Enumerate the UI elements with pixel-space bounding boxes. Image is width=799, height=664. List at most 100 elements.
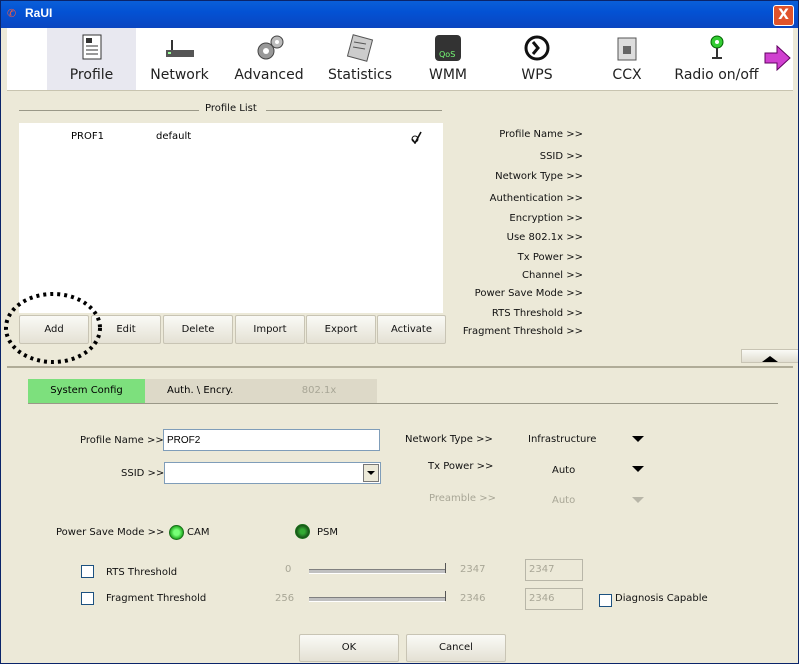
- network-type-value[interactable]: Infrastructure: [528, 434, 596, 445]
- diagnosis-label: Diagnosis Capable: [615, 593, 708, 604]
- active-profile-icon: [411, 131, 422, 144]
- profile-name-label: Profile Name >>: [80, 435, 164, 446]
- ssid-dropdown-button[interactable]: [363, 464, 379, 482]
- router-icon: [165, 40, 194, 57]
- statistics-icon: [346, 34, 374, 62]
- ccx-icon: [617, 37, 637, 61]
- rts-min: 0: [285, 564, 292, 575]
- export-button[interactable]: Export: [306, 315, 376, 344]
- toolbar-ccx[interactable]: CCX: [597, 28, 657, 90]
- ok-button[interactable]: OK: [299, 634, 399, 662]
- radio-antenna-icon: [710, 35, 723, 59]
- network-type-label: Network Type >>: [405, 434, 493, 445]
- info-rts-threshold: RTS Threshold >>: [491, 308, 583, 319]
- profile-icon: [82, 34, 101, 60]
- power-save-label: Power Save Mode >>: [56, 527, 165, 538]
- toolbar-network[interactable]: Network: [142, 28, 217, 90]
- qos-icon: QoS: [435, 35, 461, 61]
- psm-label: PSM: [317, 527, 339, 538]
- rts-slider: [309, 569, 445, 574]
- title-bar[interactable]: ✆ RaUI X: [1, 1, 798, 28]
- ssid-combobox[interactable]: [164, 462, 381, 484]
- toolbar-statistics-label: Statistics: [328, 67, 392, 83]
- toolbar-advanced-label: Advanced: [234, 67, 304, 83]
- info-profile-name: Profile Name >>: [499, 129, 583, 140]
- network-type-dropdown-icon[interactable]: [632, 436, 644, 442]
- divider: [19, 110, 199, 111]
- chevron-down-icon: [367, 471, 375, 475]
- info-fragment-threshold: Fragment Threshold >>: [462, 326, 583, 337]
- fragment-max: 2346: [460, 593, 486, 604]
- preamble-dropdown-icon: [632, 497, 644, 503]
- toolbar-wps[interactable]: WPS: [502, 28, 572, 90]
- preamble-value: Auto: [552, 495, 576, 506]
- toolbar: Profile Network Advanced Statistics QoS …: [7, 28, 793, 91]
- toolbar-ccx-label: CCX: [612, 67, 642, 83]
- rts-slider-thumb: [441, 563, 446, 573]
- divider: [266, 110, 442, 111]
- toolbar-profile-label: Profile: [69, 67, 114, 83]
- app-icon: ✆: [7, 7, 17, 20]
- tx-power-label: Tx Power >>: [428, 461, 494, 472]
- info-tx-power: Tx Power >>: [517, 252, 583, 263]
- info-encryption: Encryption >>: [509, 213, 583, 224]
- info-authentication: Authentication >>: [489, 193, 583, 204]
- import-button[interactable]: Import: [235, 315, 305, 344]
- tx-power-value[interactable]: Auto: [552, 465, 575, 476]
- gears-icon: [257, 35, 284, 60]
- profile-list-legend: Profile List: [205, 103, 257, 114]
- cam-label: CAM: [187, 527, 210, 538]
- cancel-button[interactable]: Cancel: [406, 634, 506, 662]
- close-button[interactable]: X: [773, 5, 794, 26]
- tx-power-dropdown-icon[interactable]: [632, 466, 644, 472]
- profile-name: PROF1: [71, 131, 104, 142]
- tab-divider: [28, 403, 778, 404]
- fragment-checkbox[interactable]: [81, 592, 94, 605]
- toolbar-wmm-label: WMM: [428, 67, 467, 83]
- diagnosis-checkbox[interactable]: [599, 594, 612, 607]
- preamble-label: Preamble >>: [429, 493, 496, 504]
- info-channel: Channel >>: [522, 270, 583, 281]
- wps-icon: [524, 35, 550, 61]
- fragment-value-field: 2346: [525, 588, 583, 610]
- toolbar-wps-label: WPS: [521, 67, 553, 83]
- toolbar-statistics[interactable]: Statistics: [320, 28, 400, 90]
- next-arrow-icon[interactable]: [763, 45, 791, 71]
- tab-802-1x[interactable]: 802.1x: [261, 379, 377, 403]
- profile-name-input[interactable]: [163, 429, 380, 451]
- rts-value-field: 2347: [525, 559, 583, 581]
- activate-button[interactable]: Activate: [377, 315, 446, 344]
- cam-radio[interactable]: [169, 525, 184, 540]
- rts-checkbox[interactable]: [81, 565, 94, 578]
- toolbar-radio[interactable]: Radio on/off: [669, 28, 764, 90]
- psm-radio[interactable]: [295, 524, 310, 539]
- info-network-type: Network Type >>: [495, 171, 583, 182]
- app-window: ✆ RaUI X Profile Network Advanced Statis…: [0, 0, 799, 664]
- chevron-up-icon: [762, 356, 778, 362]
- toolbar-advanced[interactable]: Advanced: [229, 28, 309, 90]
- profile-list[interactable]: PROF1 default: [19, 123, 443, 313]
- window-title: RaUI: [25, 6, 53, 20]
- ssid-label: SSID >>: [121, 468, 165, 479]
- profile-ssid: default: [156, 131, 192, 142]
- rts-label: RTS Threshold: [106, 567, 178, 578]
- delete-button[interactable]: Delete: [163, 315, 233, 344]
- toolbar-wmm[interactable]: QoS WMM: [415, 28, 481, 90]
- config-panel: [7, 368, 793, 663]
- rts-max: 2347: [460, 564, 486, 575]
- tab-system-config[interactable]: System Config: [28, 379, 145, 403]
- toolbar-radio-label: Radio on/off: [674, 67, 759, 83]
- list-item[interactable]: PROF1 default: [19, 131, 443, 145]
- toolbar-profile[interactable]: Profile: [47, 28, 136, 90]
- fragment-label: Fragment Threshold: [106, 593, 207, 604]
- collapse-button[interactable]: [741, 349, 798, 363]
- tab-auth-encry[interactable]: Auth. \ Encry.: [145, 379, 261, 403]
- toolbar-network-label: Network: [150, 67, 209, 83]
- info-ssid: SSID >>: [539, 151, 583, 162]
- highlight-circle: [4, 292, 102, 364]
- svg-text:QoS: QoS: [439, 50, 455, 59]
- fragment-slider: [309, 597, 445, 602]
- fragment-slider-thumb: [441, 591, 446, 601]
- info-power-save: Power Save Mode >>: [474, 288, 583, 299]
- info-802-1x: Use 802.1x >>: [506, 232, 583, 243]
